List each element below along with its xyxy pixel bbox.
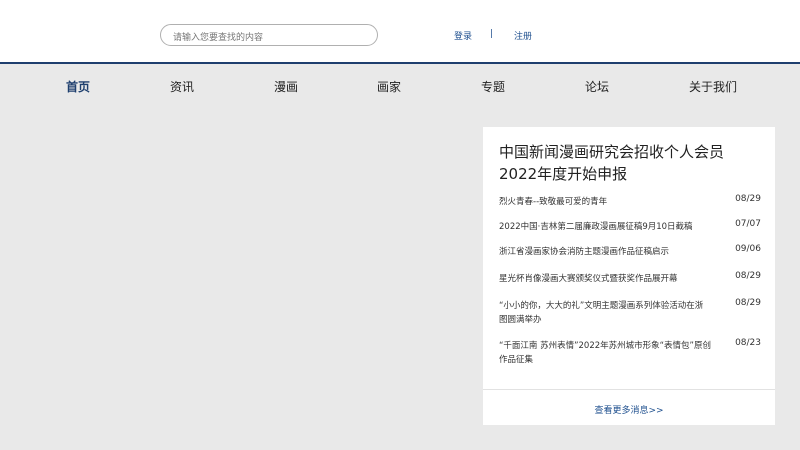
- news-item-text: “千面江南 苏州表情”2022年苏州城市形象“表情包”原创作品征集: [499, 341, 711, 365]
- nav-item-comics[interactable]: 漫画: [274, 78, 298, 95]
- search-input[interactable]: [173, 28, 373, 48]
- nav-item-about[interactable]: 关于我们: [689, 78, 737, 95]
- news-item-text: 星光杯肖像漫画大赛颁奖仪式暨获奖作品展开幕: [499, 274, 678, 284]
- nav-item-home[interactable]: 首页: [66, 78, 90, 95]
- news-item-date: 08/29: [735, 298, 761, 308]
- news-item[interactable]: “小小的你，大大的礼”文明主题漫画系列体验活动在浙图圆满举办 08/29: [499, 298, 761, 327]
- news-item-text: 浙江省漫画家协会消防主题漫画作品征稿启示: [499, 247, 670, 257]
- search-box[interactable]: [160, 24, 378, 48]
- nav-item-forum[interactable]: 论坛: [585, 78, 609, 95]
- featured-news-title[interactable]: 中国新闻漫画研究会招收个人会员2022年度开始申报: [499, 141, 749, 185]
- auth-separator: |: [490, 29, 494, 39]
- news-item-date: 09/06: [735, 244, 761, 254]
- news-item-date: 08/23: [735, 338, 761, 348]
- login-link[interactable]: 登录: [454, 29, 472, 42]
- main-nav: 首页 资讯 漫画 画家 专题 论坛 关于我们: [0, 64, 800, 106]
- news-item-text: “小小的你，大大的礼”文明主题漫画系列体验活动在浙图圆满举办: [499, 301, 704, 325]
- nav-item-news[interactable]: 资讯: [170, 78, 194, 95]
- nav-item-artists[interactable]: 画家: [377, 78, 401, 95]
- more-news-link[interactable]: 查看更多消息>>: [483, 403, 775, 416]
- news-item-text: 2022中国·吉林第二届廉政漫画展征稿9月10日截稿: [499, 222, 693, 232]
- nav-item-topics[interactable]: 专题: [481, 78, 505, 95]
- news-item-date: 07/07: [735, 219, 761, 229]
- news-item[interactable]: “千面江南 苏州表情”2022年苏州城市形象“表情包”原创作品征集 08/23: [499, 338, 761, 367]
- panel-divider: [483, 389, 775, 390]
- news-item[interactable]: 星光杯肖像漫画大赛颁奖仪式暨获奖作品展开幕 08/29: [499, 271, 761, 286]
- news-item-date: 08/29: [735, 271, 761, 281]
- news-item[interactable]: 浙江省漫画家协会消防主题漫画作品征稿启示 09/06: [499, 244, 761, 259]
- register-link[interactable]: 注册: [514, 29, 532, 42]
- top-bar: 登录 | 注册: [0, 0, 800, 62]
- news-item-text: 烈火青春--致敬最可爱的青年: [499, 197, 608, 207]
- news-item-date: 08/29: [735, 194, 761, 204]
- news-item[interactable]: 烈火青春--致敬最可爱的青年 08/29: [499, 194, 761, 209]
- news-item[interactable]: 2022中国·吉林第二届廉政漫画展征稿9月10日截稿 07/07: [499, 219, 761, 234]
- news-panel: 中国新闻漫画研究会招收个人会员2022年度开始申报 烈火青春--致敬最可爱的青年…: [483, 127, 775, 425]
